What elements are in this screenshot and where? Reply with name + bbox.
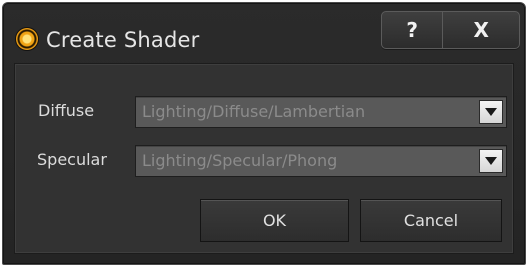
- diffuse-label: Diffuse: [38, 101, 95, 120]
- window-title: Create Shader: [46, 28, 200, 52]
- title-button-group: ? X: [381, 11, 520, 49]
- specular-label: Specular: [37, 150, 107, 169]
- create-shader-dialog: Create Shader ? X Diffuse Lighting/Diffu…: [2, 2, 526, 265]
- diffuse-row: Diffuse Lighting/Diffuse/Lambertian: [15, 96, 513, 128]
- diffuse-select[interactable]: Lighting/Diffuse/Lambertian: [135, 96, 507, 128]
- specular-select[interactable]: Lighting/Specular/Phong: [135, 145, 507, 177]
- dialog-content: Diffuse Lighting/Diffuse/Lambertian Spec…: [14, 63, 514, 254]
- help-button[interactable]: ?: [382, 12, 442, 48]
- specular-row: Specular Lighting/Specular/Phong: [15, 145, 513, 177]
- shader-sphere-icon: [16, 28, 38, 50]
- dropdown-arrow-icon[interactable]: [479, 100, 503, 124]
- close-button[interactable]: X: [442, 12, 519, 48]
- dropdown-arrow-icon[interactable]: [479, 149, 503, 173]
- ok-button[interactable]: OK: [200, 199, 349, 242]
- title-bar[interactable]: Create Shader ? X: [3, 3, 525, 63]
- diffuse-select-value: Lighting/Diffuse/Lambertian: [142, 102, 366, 121]
- cancel-button[interactable]: Cancel: [360, 199, 502, 242]
- specular-select-value: Lighting/Specular/Phong: [142, 151, 338, 170]
